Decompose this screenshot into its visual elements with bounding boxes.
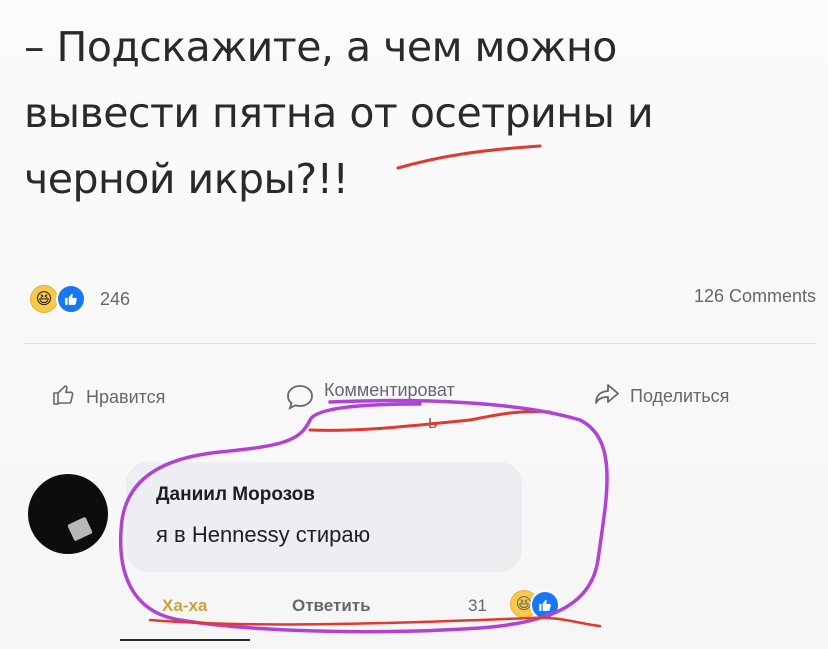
comment-text: я в Hennessy стираю: [156, 522, 371, 547]
comments-count[interactable]: 126 Comments: [694, 286, 816, 307]
post-actions: Нравится Комментироват ь Поделиться: [24, 370, 816, 432]
divider: [24, 343, 816, 344]
post-line-3: черной икры?!!: [24, 155, 349, 203]
post-line-1: – Подскажите, а чем можно: [24, 23, 617, 71]
post-line-2: вывести пятна от осетрины и: [24, 89, 654, 137]
reaction-summary[interactable]: 😆 246: [30, 284, 130, 314]
comment-label-tail: ь: [428, 412, 438, 432]
comment-label: Комментироват: [324, 380, 455, 400]
comment-button[interactable]: Комментироват ь: [286, 370, 455, 432]
reaction-count: 246: [100, 288, 131, 309]
comment-author[interactable]: Даниил Морозов: [156, 484, 315, 506]
like-label: Нравится: [86, 387, 166, 407]
share-arrow-icon: [594, 382, 620, 411]
like-icon: [530, 590, 560, 620]
comment-reply-button[interactable]: Ответить: [292, 596, 371, 616]
share-label: Поделиться: [630, 386, 730, 406]
avatar[interactable]: [28, 474, 108, 554]
like-button[interactable]: Нравится: [52, 383, 165, 412]
comment-reactions[interactable]: 😆: [510, 590, 560, 620]
comment-haha-button[interactable]: Ха-ха: [162, 596, 207, 616]
comment-bubble-icon: [286, 384, 314, 415]
haha-icon: 😆: [30, 285, 58, 313]
comment-reaction-count: 31: [468, 596, 487, 615]
comment-actions: Ха-ха Ответить 31 😆: [162, 586, 642, 620]
screenshot-frame: – Подскажите, а чем можно вывести пятна …: [0, 0, 828, 649]
post-text: – Подскажите, а чем можно вывести пятна …: [24, 14, 804, 212]
like-icon: [56, 284, 86, 314]
share-button[interactable]: Поделиться: [594, 382, 729, 411]
thumbs-up-icon: [52, 383, 76, 412]
comment-bubble: Даниил Морозов я в Hennessy стираю: [126, 462, 522, 572]
